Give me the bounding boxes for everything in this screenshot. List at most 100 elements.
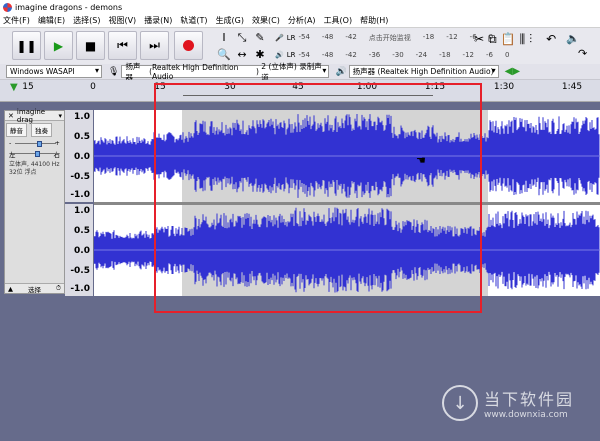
record-button[interactable] bbox=[174, 31, 203, 60]
menu-help[interactable]: 帮助(H) bbox=[360, 15, 388, 26]
menu-tracks[interactable]: 轨道(T) bbox=[180, 15, 207, 26]
ruler-label: -0.5 bbox=[70, 172, 90, 182]
timeline-label: 0 bbox=[90, 82, 96, 92]
highlight-annotation-box bbox=[154, 83, 482, 313]
track-name-bar[interactable]: ✕ imagine drag ▾ bbox=[5, 108, 64, 124]
recording-device-select[interactable]: 扬声器 (Realtek High Definition Audio) 2 (立… bbox=[121, 62, 330, 82]
undo-icon[interactable]: ↶ bbox=[546, 32, 556, 47]
play-icon: ▶ bbox=[53, 38, 64, 53]
edit-toolbar: ✂ ⧉ 📋 ⫼ ⫶ ↶ bbox=[474, 32, 556, 47]
watermark: ↓ 当下软件园 www.downxia.com bbox=[441, 385, 574, 421]
pause-button[interactable]: ❚❚ bbox=[12, 31, 41, 60]
solo-button[interactable]: 独奏 bbox=[31, 123, 53, 137]
microphone-icon: 🎙 bbox=[108, 66, 120, 77]
zoom-tool-icon[interactable]: 🔍 bbox=[215, 46, 233, 63]
speaker-icon: 🔊 bbox=[275, 51, 284, 59]
playback-meter-lr: LR bbox=[286, 51, 296, 59]
gain-slider-knob[interactable] bbox=[37, 141, 42, 147]
cut-icon[interactable]: ✂ bbox=[474, 32, 484, 47]
trim-icon[interactable]: ⫼ bbox=[520, 32, 526, 47]
timeline-label: 15 bbox=[22, 82, 34, 92]
menu-transport[interactable]: 播录(N) bbox=[144, 15, 172, 26]
paste-icon[interactable]: 📋 bbox=[501, 32, 516, 47]
gain-minus-label: - bbox=[9, 139, 12, 147]
menu-edit[interactable]: 编辑(E) bbox=[38, 15, 65, 26]
playback-meter-scale: -54 -48 -42 -36 -30 -24 -18 -12 -6 0 bbox=[298, 51, 510, 59]
title-bar: imagine dragons - demons bbox=[0, 0, 600, 14]
pan-slider-knob[interactable] bbox=[35, 151, 40, 157]
ruler-label: 1.0 bbox=[74, 206, 90, 216]
menu-view[interactable]: 视图(V) bbox=[108, 15, 136, 26]
mute-button[interactable]: 静音 bbox=[6, 123, 27, 137]
copy-icon[interactable]: ⧉ bbox=[488, 32, 497, 47]
record-icon bbox=[183, 40, 194, 51]
toolbar-area: ❚❚ ▶ ■ ⏮ ⏭ I ⤡ ✎ 🔍 ↔ ✱ 🎤 LR -54 -48 -42 … bbox=[0, 28, 600, 64]
gain-slider[interactable]: - + bbox=[9, 139, 60, 149]
record-meter-lr: LR bbox=[286, 34, 296, 42]
track-format-info: 立体声, 44100 Hz 32位 浮点 bbox=[9, 161, 60, 177]
pan-slider[interactable]: 左 右 bbox=[9, 149, 60, 159]
sync-lock-icon: ⏱ bbox=[55, 284, 61, 292]
record-meter-hint[interactable]: 点击开始监视 bbox=[369, 33, 411, 43]
timeline-label: 1:45 bbox=[561, 82, 583, 92]
ruler-label: 0.0 bbox=[74, 152, 90, 162]
menu-tools[interactable]: 工具(O) bbox=[324, 15, 353, 26]
record-meter[interactable]: 🎤 LR -54 -48 -42 点击开始监视 -18 -12 -6 0 bbox=[275, 30, 493, 46]
skip-to-start-button[interactable]: ⏮ bbox=[108, 31, 137, 60]
selection-tool-icon[interactable]: I bbox=[215, 29, 233, 46]
menu-generate[interactable]: 生成(G) bbox=[216, 15, 244, 26]
play-button[interactable]: ▶ bbox=[44, 31, 73, 60]
close-track-icon[interactable]: ✕ bbox=[5, 112, 17, 120]
record-meter-scale: -54 -48 -42 点击开始监视 -18 -12 -6 0 bbox=[298, 33, 494, 43]
pan-right-label: 右 bbox=[53, 151, 61, 159]
watermark-logo-icon: ↓ bbox=[441, 385, 478, 421]
vertical-ruler-bottom: 1.0 0.5 0.0 -0.5 -1.0 bbox=[65, 204, 93, 296]
play-head-marker-icon: ▼ bbox=[10, 82, 18, 93]
menu-effect[interactable]: 效果(C) bbox=[252, 15, 280, 26]
menu-bar: 文件(F) 编辑(E) 选择(S) 视图(V) 播录(N) 轨道(T) 生成(G… bbox=[0, 14, 600, 28]
audio-host-select[interactable]: Windows WASAPI bbox=[6, 65, 102, 78]
timeshift-tool-icon[interactable]: ↔ bbox=[233, 46, 251, 63]
select-track-button[interactable]: 选择 bbox=[28, 284, 41, 294]
watermark-name: 当下软件园 bbox=[483, 390, 574, 409]
timeline-label: 1:30 bbox=[493, 82, 515, 92]
track-format-text: 32位 浮点 bbox=[9, 169, 37, 176]
ruler-label: 0.5 bbox=[74, 226, 90, 236]
ruler-label: 0.5 bbox=[74, 132, 90, 142]
speaker-icon: 🔊 bbox=[335, 66, 347, 77]
menu-select[interactable]: 选择(S) bbox=[73, 15, 100, 26]
vertical-ruler-top: 1.0 0.5 0.0 -0.5 -1.0 bbox=[65, 110, 93, 202]
playback-volume-icon[interactable]: 🔈 bbox=[566, 32, 580, 45]
track-control-panel: ✕ imagine drag ▾ 静音 独奏 - + 左 右 立体声, 4410… bbox=[4, 108, 65, 294]
track-menu-icon[interactable]: ▾ bbox=[58, 112, 64, 120]
envelope-tool-icon[interactable]: ⤡ bbox=[233, 29, 251, 46]
pan-left-label: 左 bbox=[9, 151, 16, 159]
ruler-label: -1.0 bbox=[70, 284, 90, 294]
skip-to-end-button[interactable]: ⏭ bbox=[140, 31, 169, 60]
ruler-label: 0.0 bbox=[74, 246, 90, 256]
playback-device-select[interactable]: 扬声器 (Realtek High Definition Audio) bbox=[348, 65, 499, 78]
skip-end-icon: ⏭ bbox=[149, 38, 160, 52]
gain-slider-track bbox=[15, 143, 56, 144]
audacity-window: imagine dragons - demons 文件(F) 编辑(E) 选择(… bbox=[0, 0, 600, 441]
ruler-label: 1.0 bbox=[74, 112, 90, 122]
draw-tool-icon[interactable]: ✎ bbox=[251, 29, 269, 46]
stop-button[interactable]: ■ bbox=[76, 31, 105, 60]
microphone-icon: 🎤 bbox=[275, 34, 284, 42]
device-toolbar: Windows WASAPI 🎙 扬声器 (Realtek High Defin… bbox=[0, 62, 600, 82]
stop-icon: ■ bbox=[84, 38, 97, 53]
watermark-url: www.downxia.com bbox=[483, 410, 568, 420]
ruler-label: -0.5 bbox=[70, 266, 90, 276]
redo-icon[interactable]: ↷ bbox=[578, 47, 587, 60]
track-bottom-bar: ▲ 选择 ⏱ bbox=[5, 283, 64, 294]
menu-analyze[interactable]: 分析(A) bbox=[288, 15, 316, 26]
empty-track-area[interactable]: ↓ 当下软件园 www.downxia.com bbox=[0, 296, 600, 441]
silence-icon[interactable]: ⫶ bbox=[529, 32, 532, 47]
menu-file[interactable]: 文件(F) bbox=[3, 15, 30, 26]
pause-icon: ❚❚ bbox=[16, 38, 37, 53]
audacity-app-icon bbox=[3, 2, 12, 12]
collapse-track-icon[interactable]: ▲ bbox=[8, 285, 13, 293]
window-title: imagine dragons - demons bbox=[15, 2, 123, 12]
track-rate-text: 立体声, 44100 Hz bbox=[9, 161, 60, 168]
play-at-speed-icon[interactable]: ◀▶ bbox=[505, 66, 520, 77]
